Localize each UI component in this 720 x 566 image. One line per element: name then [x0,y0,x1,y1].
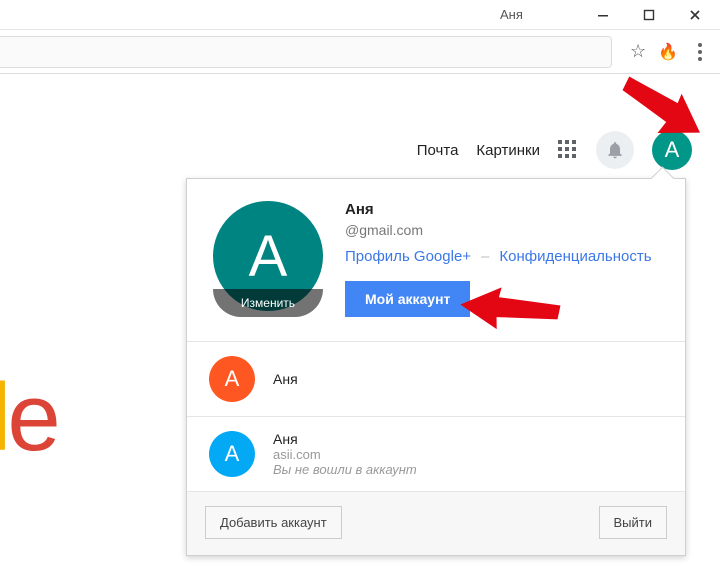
window-title: Аня [500,7,523,22]
account-dropdown-panel: А Изменить Аня @gmail.com Профиль Google… [186,178,686,556]
window-minimize-button[interactable] [580,0,626,30]
account-item-email: asii.com [273,447,417,462]
account-item-name: Аня [273,371,298,387]
google-plus-profile-link[interactable]: Профиль Google+ [345,248,471,265]
mail-link[interactable]: Почта [417,142,459,159]
annotation-arrow-icon [459,285,562,338]
account-panel-footer: Добавить аккаунт Выйти [187,491,685,555]
window-titlebar: Аня [0,0,720,30]
avatar-letter: А [249,223,288,290]
account-email: @gmail.com [345,222,665,238]
account-large-avatar[interactable]: А Изменить [213,201,323,317]
separator: – [481,248,489,265]
account-switcher-item[interactable]: A Аня [187,341,685,416]
window-maximize-button[interactable] [626,0,672,30]
notifications-bell-icon[interactable] [596,131,634,169]
browser-toolbar: ☆ 🔥 [0,30,720,74]
sign-out-button[interactable]: Выйти [599,506,668,539]
window-close-button[interactable] [672,0,718,30]
extension-fire-icon[interactable]: 🔥 [658,42,678,62]
account-avatar-small: A [209,356,255,402]
account-name: Аня [345,201,665,218]
images-link[interactable]: Картинки [476,142,540,159]
change-avatar-button[interactable]: Изменить [213,289,323,317]
google-apps-icon[interactable] [558,140,578,160]
address-bar[interactable] [0,36,612,68]
google-header: Почта Картинки A [417,130,692,170]
account-main-section: А Изменить Аня @gmail.com Профиль Google… [187,179,685,341]
account-avatar-small: A [209,431,255,477]
account-item-status: Вы не вошли в аккаунт [273,462,417,477]
account-switcher-item[interactable]: A Аня asii.com Вы не вошли в аккаунт [187,416,685,491]
my-account-button[interactable]: Мой аккаунт [345,281,470,317]
browser-menu-icon[interactable] [690,43,710,61]
google-logo-fragment: le [0,370,57,466]
privacy-link[interactable]: Конфиденциальность [499,248,651,265]
bookmark-star-icon[interactable]: ☆ [630,41,646,62]
add-account-button[interactable]: Добавить аккаунт [205,506,342,539]
account-item-name: Аня [273,431,417,447]
